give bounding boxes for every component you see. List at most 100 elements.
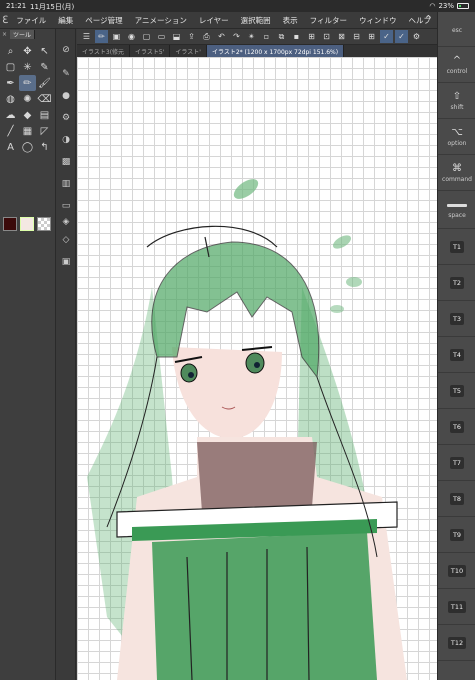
record-icon[interactable]: ◉ bbox=[125, 30, 138, 43]
key-t10[interactable]: T10 bbox=[438, 554, 475, 589]
print-icon[interactable]: ⎙ bbox=[200, 30, 213, 43]
pencil-tool-icon[interactable]: ✏ bbox=[19, 75, 36, 91]
collapse-icon[interactable]: ⌃ bbox=[424, 13, 433, 26]
menu-window[interactable]: ウィンドウ bbox=[353, 15, 403, 26]
edge-keyboard: esc ^ control ⇧ shift ⌥ option ⌘ command… bbox=[437, 12, 475, 680]
rect-select-icon[interactable]: ▢ bbox=[2, 59, 19, 75]
menu-view[interactable]: 表示 bbox=[277, 15, 304, 26]
frame-icon[interactable]: ▦ bbox=[19, 123, 36, 139]
zoom-tool-icon[interactable]: ⌕ bbox=[2, 43, 19, 59]
key-t6[interactable]: T6 bbox=[438, 410, 475, 445]
document-tabs: イラスト3(修元 イラスト5' イラスト' イラスト2* (1200 x 170… bbox=[77, 45, 437, 57]
tool-grid: ⌕ ✥ ↖ ▢ ✳ ✎ ✒ ✏ 🖌 ◍ ✺ ⌫ ☁ ◆ ▤ ╱ ▦ ◸ A ◯ … bbox=[2, 43, 53, 155]
blend-icon[interactable]: ☁ bbox=[2, 107, 19, 123]
undo-icon[interactable]: ↶ bbox=[215, 30, 228, 43]
operation-tool-icon[interactable]: ↖ bbox=[36, 43, 53, 59]
camera-icon[interactable]: ▣ bbox=[110, 30, 123, 43]
key-shift[interactable]: ⇧ shift bbox=[438, 84, 475, 119]
text-tool-icon[interactable]: A bbox=[2, 139, 19, 155]
save-icon[interactable]: ⬓ bbox=[170, 30, 183, 43]
gradient-icon[interactable]: ▤ bbox=[36, 107, 53, 123]
export-icon[interactable]: ⇪ bbox=[185, 30, 198, 43]
doc-tab-active[interactable]: イラスト2* (1200 x 1700px 72dpi 151.6%) bbox=[206, 45, 345, 57]
figure-icon[interactable]: ╱ bbox=[2, 123, 19, 139]
subtool-icon[interactable]: ✎ bbox=[59, 67, 73, 81]
fill-selection-icon[interactable]: ▪ bbox=[290, 30, 303, 43]
settings-icon[interactable]: ⚙ bbox=[410, 30, 423, 43]
menu-filter[interactable]: フィルター bbox=[304, 15, 353, 26]
key-t3[interactable]: T3 bbox=[438, 302, 475, 337]
key-t2[interactable]: T2 bbox=[438, 266, 475, 301]
fill-icon[interactable]: ◆ bbox=[19, 107, 36, 123]
menu-icon[interactable]: ☰ bbox=[80, 30, 93, 43]
ruler-icon[interactable]: ◸ bbox=[36, 123, 53, 139]
invert-icon[interactable]: ⊠ bbox=[335, 30, 348, 43]
key-t7[interactable]: T7 bbox=[438, 446, 475, 481]
battery-percent: 23% bbox=[438, 2, 454, 10]
check-pen-icon[interactable]: ✓ bbox=[395, 30, 408, 43]
menu-layer[interactable]: レイヤー bbox=[193, 15, 235, 26]
ruler-toggle-icon[interactable]: ⊞ bbox=[365, 30, 378, 43]
pen-quick-icon[interactable]: ✏ bbox=[95, 30, 108, 43]
menu-edit[interactable]: 編集 bbox=[52, 15, 79, 26]
key-t5[interactable]: T5 bbox=[438, 374, 475, 409]
tool-property-icon[interactable]: ⚙ bbox=[59, 111, 73, 125]
pen-tool-icon[interactable]: ✒ bbox=[2, 75, 19, 91]
key-esc[interactable]: esc bbox=[438, 12, 475, 47]
brush-tool-icon[interactable]: 🖌 bbox=[36, 75, 53, 91]
key-control[interactable]: ^ control bbox=[438, 48, 475, 83]
doc-tab-3[interactable]: イラスト' bbox=[170, 45, 207, 57]
brush-size-icon[interactable]: ● bbox=[59, 89, 73, 103]
status-bar: 21:21 11月15日(月) ◠ 23% bbox=[0, 0, 475, 12]
loading-icon[interactable]: ✴ bbox=[245, 30, 258, 43]
key-t4[interactable]: T4 bbox=[438, 338, 475, 373]
deselect-icon[interactable]: ⊡ bbox=[320, 30, 333, 43]
redo-icon[interactable]: ↷ bbox=[230, 30, 243, 43]
open-icon[interactable]: ▭ bbox=[155, 30, 168, 43]
tool-tab[interactable]: ツール bbox=[10, 29, 36, 39]
transform-icon[interactable]: ⧉ bbox=[275, 30, 288, 43]
check-edit-icon[interactable]: ✓ bbox=[380, 30, 393, 43]
color-circle-icon[interactable]: ◑ bbox=[59, 133, 73, 147]
balloon-icon[interactable]: ◯ bbox=[19, 139, 36, 155]
crop-icon[interactable]: ⊟ bbox=[350, 30, 363, 43]
navigator-icon[interactable]: ▭ bbox=[59, 199, 73, 213]
material-icon[interactable]: ▣ bbox=[59, 255, 73, 269]
menu-animation[interactable]: アニメーション bbox=[129, 15, 193, 26]
layer-add-icon[interactable]: ⊞ bbox=[305, 30, 318, 43]
eyedropper-icon[interactable]: ✎ bbox=[36, 59, 53, 75]
main-color-swatch[interactable] bbox=[3, 217, 17, 231]
color-history-icon[interactable]: ▥ bbox=[59, 177, 73, 191]
layer-icon[interactable]: ◇ bbox=[59, 233, 73, 247]
key-option[interactable]: ⌥ option bbox=[438, 120, 475, 155]
sub-tool-column: ⊘ ✎ ● ⚙ ◑ ▩ ▥ ▭ ◈ ◇ ▣ bbox=[56, 29, 76, 680]
layer-property-icon[interactable]: ◈ bbox=[59, 215, 73, 229]
new-file-icon[interactable]: ▢ bbox=[140, 30, 153, 43]
doc-tab-2[interactable]: イラスト5' bbox=[130, 45, 171, 57]
app-logo-icon[interactable]: ℇ bbox=[0, 15, 10, 26]
color-set-icon[interactable]: ▩ bbox=[59, 155, 73, 169]
drawing-canvas[interactable] bbox=[77, 57, 437, 680]
doc-tab-1[interactable]: イラスト3(修元 bbox=[77, 45, 131, 57]
key-t8[interactable]: T8 bbox=[438, 482, 475, 517]
key-t1[interactable]: T1 bbox=[438, 230, 475, 265]
eraser-icon[interactable]: ⌫ bbox=[36, 91, 53, 107]
no-entry-icon[interactable]: ⊘ bbox=[59, 43, 73, 57]
menu-page[interactable]: ページ管理 bbox=[79, 15, 128, 26]
sub-color-swatch[interactable] bbox=[20, 217, 34, 231]
magic-wand-icon[interactable]: ✳ bbox=[19, 59, 36, 75]
key-t12[interactable]: T12 bbox=[438, 626, 475, 661]
move-tool-icon[interactable]: ✥ bbox=[19, 43, 36, 59]
key-t9[interactable]: T9 bbox=[438, 518, 475, 553]
airbrush-icon[interactable]: ◍ bbox=[2, 91, 19, 107]
key-t11[interactable]: T11 bbox=[438, 590, 475, 625]
panel-close-icon[interactable]: × bbox=[2, 31, 7, 38]
decoration-icon[interactable]: ✺ bbox=[19, 91, 36, 107]
key-command[interactable]: ⌘ command bbox=[438, 156, 475, 191]
menu-file[interactable]: ファイル bbox=[10, 15, 52, 26]
clear-icon[interactable]: ▫ bbox=[260, 30, 273, 43]
key-space[interactable]: space bbox=[438, 194, 475, 229]
menu-selection[interactable]: 選択範囲 bbox=[235, 15, 277, 26]
line-correction-icon[interactable]: ↰ bbox=[36, 139, 53, 155]
transparent-color-swatch[interactable] bbox=[37, 217, 51, 231]
